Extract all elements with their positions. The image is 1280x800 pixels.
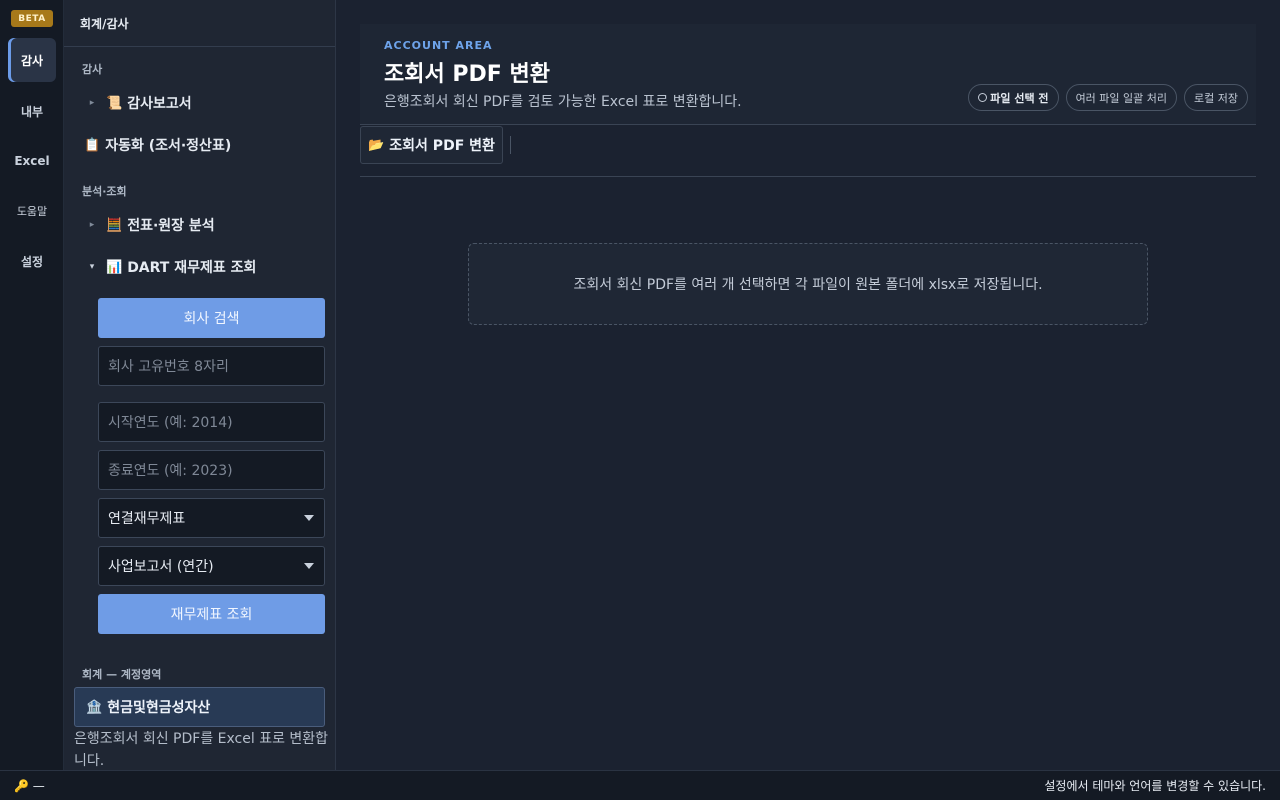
dropdown-arrow-icon bbox=[304, 515, 314, 521]
clipboard-icon: 📋 bbox=[84, 137, 101, 153]
tree-item-label: 전표·원장 분석 bbox=[127, 218, 215, 234]
bar-chart-icon: 📊 bbox=[106, 259, 123, 275]
sidebar-title: 회계/감사 bbox=[64, 0, 335, 47]
beta-badge: BETA bbox=[11, 10, 53, 27]
tab-divider bbox=[510, 136, 511, 154]
status-hint: 설정에서 테마와 언어를 변경할 수 있습니다. bbox=[1044, 779, 1266, 793]
tree-item-label: 자동화 (조서·정산표) bbox=[105, 138, 232, 154]
api-key-status-value: — bbox=[32, 778, 45, 793]
sidebar: 회계/감사 감사 ▸ 📜 감사보고서 📋 자동화 (조서·정산표) 분석·조회 … bbox=[64, 0, 336, 770]
section-label-account: 회계 — 계정영역 bbox=[82, 668, 162, 681]
api-key-status: 🔑 — bbox=[14, 779, 45, 793]
tree-item-automation[interactable]: 📋 자동화 (조서·정산표) bbox=[84, 127, 334, 163]
tree-item-audit-report[interactable]: ▸ 📜 감사보고서 bbox=[78, 85, 328, 121]
select-value: 연결재무제표 bbox=[108, 511, 186, 527]
rail-item-audit[interactable]: 감사 bbox=[8, 38, 56, 82]
page-title: 조회서 PDF 변환 bbox=[384, 62, 550, 87]
left-rail: BETA 감사 내부 Excel 도움말 설정 bbox=[0, 0, 64, 770]
caret-right-icon[interactable]: ▸ bbox=[78, 220, 106, 230]
account-item-label: 현금및현금성자산 bbox=[107, 700, 211, 716]
company-search-button[interactable]: 회사 검색 bbox=[98, 298, 325, 338]
page-subtitle: 은행조회서 회신 PDF를 검토 가능한 Excel 표로 변환합니다. bbox=[384, 94, 742, 110]
tree-item-ledger[interactable]: ▸ 🧮 전표·원장 분석 bbox=[78, 207, 328, 243]
scroll-icon: 📜 bbox=[106, 95, 123, 111]
file-status-chip: 파일 선택 전 bbox=[968, 84, 1059, 111]
pdf-dropzone[interactable]: 조회서 회신 PDF를 여러 개 선택하면 각 파일이 원본 폴더에 xlsx로… bbox=[468, 243, 1148, 325]
rail-item-internal[interactable]: 내부 bbox=[8, 89, 56, 133]
empty-circle-icon bbox=[978, 93, 988, 102]
select-value: 사업보고서 (연간) bbox=[108, 559, 214, 575]
tree-item-label: DART 재무제표 조회 bbox=[127, 260, 257, 276]
dropdown-arrow-icon bbox=[304, 563, 314, 569]
financial-statement-query-button[interactable]: 재무제표 조회 bbox=[98, 594, 325, 634]
page-kicker: ACCOUNT AREA bbox=[384, 39, 493, 52]
abacus-icon: 🧮 bbox=[106, 217, 123, 233]
folder-icon: 📂 bbox=[368, 137, 385, 153]
chip-label: 파일 선택 전 bbox=[990, 91, 1049, 105]
statement-type-select[interactable]: 연결재무제표 bbox=[98, 498, 325, 538]
status-bar: 🔑 — 설정에서 테마와 언어를 변경할 수 있습니다. bbox=[0, 770, 1280, 800]
start-year-input[interactable]: 시작연도 (예: 2014) bbox=[98, 402, 325, 442]
rail-item-excel[interactable]: Excel bbox=[8, 139, 56, 183]
rail-item-settings[interactable]: 설정 bbox=[8, 239, 56, 283]
end-year-input[interactable]: 종료연도 (예: 2023) bbox=[98, 450, 325, 490]
account-item-cash[interactable]: 🏦 현금및현금성자산 bbox=[74, 687, 325, 727]
tree-item-label: 감사보고서 bbox=[127, 96, 192, 112]
caret-right-icon[interactable]: ▸ bbox=[78, 98, 106, 108]
section-label-audit: 감사 bbox=[82, 63, 103, 76]
report-type-select[interactable]: 사업보고서 (연간) bbox=[98, 546, 325, 586]
key-icon: 🔑 bbox=[14, 778, 29, 793]
local-save-chip: 로컬 저장 bbox=[1184, 84, 1248, 111]
section-label-analysis: 분석·조회 bbox=[82, 185, 127, 198]
rail-item-help[interactable]: 도움말 bbox=[8, 189, 56, 233]
tab-bar: 📂 조회서 PDF 변환 bbox=[360, 126, 1256, 177]
batch-chip: 여러 파일 일괄 처리 bbox=[1065, 84, 1178, 111]
tab-pdf-convert[interactable]: 📂 조회서 PDF 변환 bbox=[360, 126, 503, 164]
main-content: ACCOUNT AREA 조회서 PDF 변환 은행조회서 회신 PDF를 검토… bbox=[336, 0, 1280, 770]
account-description: 은행조회서 회신 PDF를 Excel 표로 변환합니다. bbox=[74, 731, 329, 769]
caret-down-icon[interactable]: ▾ bbox=[78, 262, 106, 272]
status-chips: 파일 선택 전 여러 파일 일괄 처리 로컬 저장 bbox=[968, 84, 1248, 111]
tree-item-dart[interactable]: ▾ 📊 DART 재무제표 조회 bbox=[78, 249, 328, 285]
tab-label: 조회서 PDF 변환 bbox=[389, 138, 495, 154]
bank-icon: 🏦 bbox=[86, 699, 103, 715]
corp-code-input[interactable]: 회사 고유번호 8자리 bbox=[98, 346, 325, 386]
page-header: ACCOUNT AREA 조회서 PDF 변환 은행조회서 회신 PDF를 검토… bbox=[360, 24, 1256, 125]
